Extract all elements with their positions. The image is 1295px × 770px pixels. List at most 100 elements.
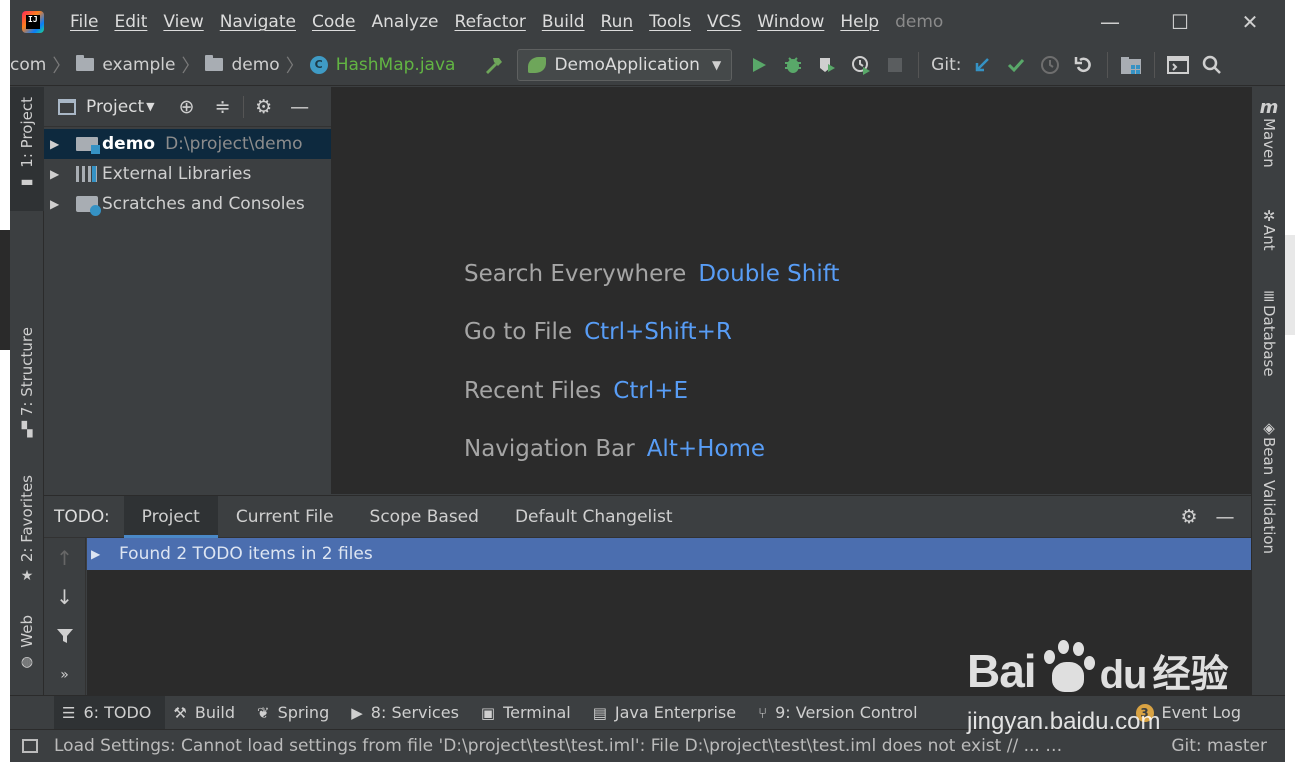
chevron-right-icon: 〉 — [285, 55, 304, 77]
run-button[interactable] — [742, 48, 776, 82]
toggle-tool-windows-icon[interactable] — [22, 739, 38, 753]
menu-analyze[interactable]: Analyze — [364, 12, 447, 32]
run-configuration-select[interactable]: DemoApplication ▼ — [517, 48, 733, 81]
hide-panel-icon[interactable]: — — [282, 96, 318, 118]
gear-icon[interactable]: ⚙ — [1171, 506, 1207, 528]
breadcrumb-root[interactable]: com — [10, 55, 46, 75]
menu-view[interactable]: View — [155, 12, 211, 32]
gear-icon[interactable]: ⚙ — [246, 96, 282, 118]
todo-tab-default-changelist[interactable]: Default Changelist — [497, 496, 691, 538]
background-window-edge — [1285, 235, 1295, 335]
minimize-button[interactable]: — — [1075, 0, 1145, 44]
java-enterprise-icon: ▤ — [592, 703, 607, 722]
git-rollback-icon[interactable] — [1067, 48, 1101, 82]
tool-tab-project-label: 1: Project — [18, 97, 36, 168]
git-commit-icon[interactable] — [999, 48, 1033, 82]
tool-tab-project[interactable]: 1: Project ▬ — [10, 87, 44, 211]
bottom-tab-label: 9: Version Control — [775, 703, 918, 722]
tool-tab-web[interactable]: Web ◍ — [10, 615, 44, 685]
locate-crosshair-icon[interactable]: ⊕ — [169, 96, 205, 118]
bottom-tab-event-log[interactable]: 3 Event Log — [1128, 696, 1256, 730]
menu-window[interactable]: Window — [749, 12, 832, 32]
main-menu: File Edit View Navigate Code Analyze Ref… — [62, 12, 887, 32]
project-structure-icon[interactable] — [1114, 48, 1148, 82]
profile-button[interactable] — [844, 48, 878, 82]
collapse-all-icon[interactable]: ≑ — [205, 96, 241, 118]
menu-tools[interactable]: Tools — [641, 12, 699, 32]
editor-area[interactable]: Search Everywhere Double Shift Go to File… — [332, 87, 1251, 494]
close-button[interactable]: ✕ — [1215, 0, 1285, 44]
chevron-right-icon: 〉 — [52, 55, 71, 77]
search-icon[interactable] — [1195, 48, 1229, 82]
tool-tab-maven-label: Maven — [1260, 118, 1278, 168]
bottom-tab-terminal[interactable]: ▣ Terminal — [473, 696, 585, 730]
more-actions-icon[interactable]: » — [60, 655, 69, 694]
breadcrumb-example[interactable]: example — [102, 55, 175, 75]
bottom-tab-spring[interactable]: ❦ Spring — [249, 696, 343, 730]
todo-tab-current-file[interactable]: Current File — [218, 496, 352, 538]
todo-results-tree: ▶ Found 2 TODO items in 2 files — [87, 538, 1251, 696]
filter-icon[interactable] — [56, 616, 74, 655]
tool-tab-database-label: Database — [1260, 305, 1278, 377]
stop-button[interactable] — [878, 48, 912, 82]
todo-result-row[interactable]: ▶ Found 2 TODO items in 2 files — [87, 538, 1251, 570]
services-icon: ▶ — [351, 703, 363, 722]
tool-tab-structure[interactable]: 7: Structure ▚ — [10, 327, 44, 447]
expand-arrow-icon[interactable]: ▶ — [91, 547, 107, 561]
menu-file[interactable]: File — [62, 12, 106, 32]
bottom-tab-label: Spring — [277, 703, 330, 722]
tree-item-label: demo — [102, 134, 156, 154]
maximize-button[interactable]: ☐ — [1145, 0, 1215, 44]
tool-tab-bean-validation[interactable]: ◈ Bean Validation — [1252, 419, 1285, 554]
status-message[interactable]: Load Settings: Cannot load settings from… — [54, 736, 1064, 756]
chevron-right-icon: 〉 — [181, 55, 200, 77]
bottom-tab-todo[interactable]: ☰ 6: TODO — [54, 695, 166, 730]
todo-tab-project[interactable]: Project — [123, 495, 219, 538]
bottom-tab-services[interactable]: ▶ 8: Services — [343, 696, 473, 730]
background-window-edge — [0, 230, 10, 350]
tool-tab-ant[interactable]: ✲ Ant — [1252, 207, 1285, 251]
hide-panel-icon[interactable]: — — [1207, 506, 1243, 528]
expand-arrow-icon[interactable]: ▶ — [50, 197, 66, 211]
menu-vcs[interactable]: VCS — [699, 12, 749, 32]
hint-label: Go to File — [464, 319, 573, 345]
menu-help[interactable]: Help — [832, 12, 887, 32]
tool-tab-web-label: Web — [18, 615, 36, 648]
tool-tab-ant-label: Ant — [1260, 225, 1278, 251]
git-history-icon[interactable] — [1033, 48, 1067, 82]
expand-arrow-icon[interactable]: ▶ — [50, 137, 66, 151]
breadcrumb-demo[interactable]: demo — [231, 55, 279, 75]
chevron-down-icon: ▼ — [146, 100, 155, 113]
tool-tab-database[interactable]: ≣ Database — [1252, 287, 1285, 377]
menu-refactor[interactable]: Refactor — [447, 12, 534, 32]
git-update-icon[interactable] — [965, 48, 999, 82]
tool-tab-favorites-label: 2: Favorites — [18, 475, 36, 563]
todo-tab-scope-based[interactable]: Scope Based — [352, 496, 497, 538]
tree-item-external-libraries[interactable]: ▶ External Libraries — [44, 159, 331, 189]
menu-build[interactable]: Build — [534, 12, 593, 32]
presentation-mode-icon[interactable] — [1161, 48, 1195, 82]
tool-tab-favorites[interactable]: 2: Favorites ★ — [10, 475, 44, 593]
tree-item-demo[interactable]: ▶ demo D:\project\demo — [44, 129, 331, 159]
build-hammer-icon[interactable] — [477, 48, 511, 82]
menu-run[interactable]: Run — [593, 12, 642, 32]
bottom-tab-java-enterprise[interactable]: ▤ Java Enterprise — [585, 696, 750, 730]
bottom-tab-version-control[interactable]: ⑂ 9: Version Control — [750, 696, 931, 730]
database-icon: ≣ — [1262, 287, 1276, 305]
arrow-down-icon[interactable]: ↓ — [56, 577, 73, 616]
todo-side-toolbar: ↑ ↓ » — [44, 538, 86, 696]
menu-navigate[interactable]: Navigate — [212, 12, 304, 32]
menu-edit[interactable]: Edit — [106, 12, 155, 32]
breadcrumb-file[interactable]: HashMap.java — [336, 55, 456, 75]
bottom-tab-build[interactable]: ⚒ Build — [165, 696, 249, 730]
expand-arrow-icon[interactable]: ▶ — [50, 167, 66, 181]
tree-item-scratches[interactable]: ▶ Scratches and Consoles — [44, 189, 331, 219]
tool-tab-maven[interactable]: m Maven — [1252, 97, 1285, 168]
git-branch-widget[interactable]: Git: master — [1171, 736, 1267, 756]
hint-navigation-bar: Navigation Bar Alt+Home — [464, 436, 765, 462]
menu-code[interactable]: Code — [304, 12, 364, 32]
project-view-selector[interactable]: Project ▼ — [58, 97, 155, 117]
arrow-up-icon[interactable]: ↑ — [56, 538, 73, 577]
debug-button[interactable] — [776, 48, 810, 82]
run-with-coverage-button[interactable] — [810, 48, 844, 82]
